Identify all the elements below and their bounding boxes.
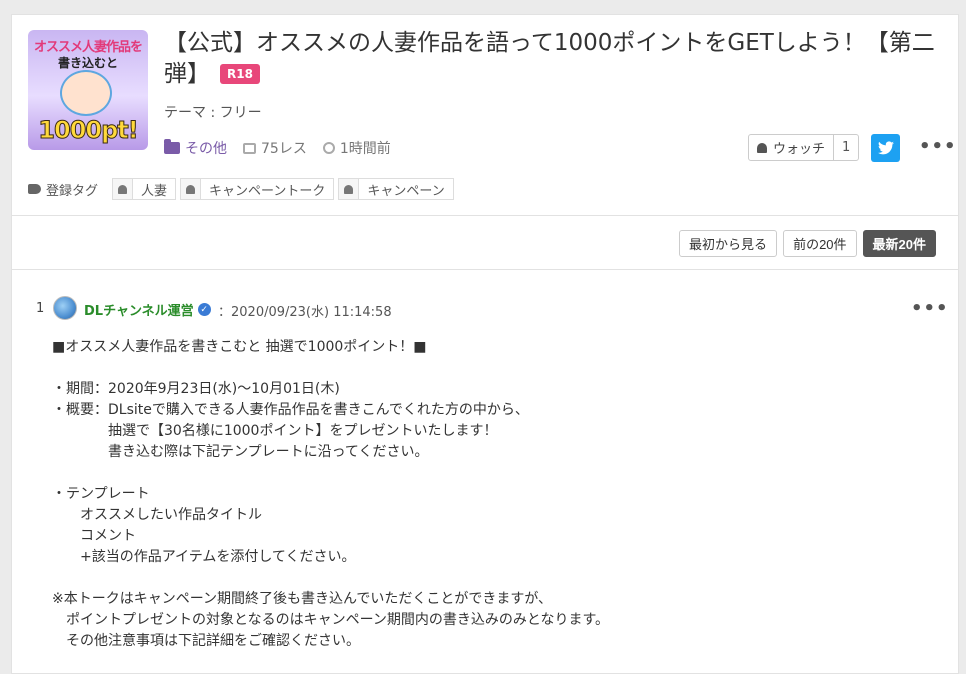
first-page-button[interactable]: 最初から見る [679,230,778,257]
username-label: DLチャンネル運営 [84,304,194,319]
category-label: その他 [185,141,227,157]
tag-label[interactable]: キャンペーントーク [201,180,333,199]
clock-icon [322,142,335,154]
tag-watch-toggle[interactable] [339,179,360,199]
thread-title: 【公式】オススメの人妻作品を語って1000ポイントをGETしよう！【第二弾】 R1… [164,28,946,90]
reply-count: 75レス [243,138,307,158]
post-line: オススメしたい作品タイトル [52,507,262,523]
watch-button[interactable]: ウォッチ 1 [748,134,860,161]
pagination: 最初から見る 前の20件 最新20件 [673,230,936,257]
thread-thumbnail[interactable]: オススメ人妻作品を 書き込むと 1000pt! [28,30,148,150]
post-line: +該当の作品アイテムを添付してください。 [52,549,356,565]
tag-item[interactable]: キャンペーン [338,178,454,200]
watch-count: 1 [842,140,851,155]
last-updated: 1時間前 [322,138,391,158]
tag-label[interactable]: キャンペーン [359,180,452,199]
post-line [52,358,609,379]
post-line: ・テンプレート [52,486,150,502]
post-line: ※本トークはキャンペーン期間終了後も書き込んでいただくことができますが、 [52,591,553,607]
tags-label: 登録タグ [46,183,99,199]
tag-list: 登録タグ 人妻 キャンペーントーク キャンペーン [28,178,458,200]
more-dots-icon: ••• [911,298,949,319]
thread-more-button[interactable]: ••• [919,136,957,157]
reply-count-label: 75レス [261,141,307,157]
tag-item[interactable]: キャンペーントーク [180,178,335,200]
divider [12,215,958,216]
post-number[interactable]: 1 [36,301,44,316]
tag-item[interactable]: 人妻 [112,178,177,200]
thumbnail-text-3: 1000pt! [38,116,139,145]
divider [12,269,958,270]
thread-meta: その他 75レス 1時間前 [164,138,407,158]
post-line: コメント [52,528,136,544]
folder-icon [164,139,180,154]
bell-icon [757,142,767,153]
post-line: ■オススメ人妻作品を書きこむと 抽選で1000ポイント！■ [52,339,427,355]
post-line: ポイントプレゼントの対象となるのはキャンペーン期間内の書き込みのみとなります。 [52,612,610,628]
watch-label: ウォッチ [773,142,826,157]
character-illustration [60,70,112,116]
post-line: 書き込む際は下記テンプレートに沿ってください。 [52,444,429,460]
latest-page-button[interactable]: 最新20件 [862,230,936,257]
bell-icon [186,184,196,194]
post-body: ■オススメ人妻作品を書きこむと 抽選で1000ポイント！■ ・期間：2020年9… [52,337,609,652]
post-more-button[interactable]: ••• [911,298,949,319]
thread-theme: テーマ : フリー [164,105,262,121]
comment-icon [243,142,256,154]
thread-title-text: 【公式】オススメの人妻作品を語って1000ポイントをGETしよう！【第二弾】 [164,30,935,87]
post-date: ：2020/09/23(水) 11:14:58 [218,305,392,320]
thumbnail-text-1: オススメ人妻作品を [33,40,143,55]
post-line: ・概要：DLsiteで購入できる人妻作品作品を書きこんでくれた方の中から、 [52,402,529,418]
tag-watch-toggle[interactable] [113,179,134,199]
r18-badge: R18 [220,64,260,84]
post-line [52,463,609,484]
post-line: 抽選で【30名様に1000ポイント】をプレゼントいたします！ [52,423,498,439]
twitter-icon [877,141,894,155]
tag-icon [28,184,41,194]
avatar[interactable] [53,296,77,320]
bell-icon [344,184,354,194]
bell-icon [118,184,128,194]
thread-page: オススメ人妻作品を 書き込むと 1000pt! 【公式】オススメの人妻作品を語っ… [11,14,959,674]
registered-tags[interactable]: 登録タグ [28,180,98,199]
twitter-share-button[interactable] [871,134,900,162]
watch-label-area[interactable]: ウォッチ [749,135,835,160]
tag-watch-toggle[interactable] [181,179,202,199]
last-updated-label: 1時間前 [339,141,391,157]
more-dots-icon: ••• [919,136,957,157]
verified-check-icon: ✓ [197,303,211,316]
post-username[interactable]: DLチャンネル運営 ✓ [84,300,211,319]
post-line [52,568,609,589]
post-line: その他注意事項は下記詳細をご確認ください。 [52,633,360,649]
tag-label[interactable]: 人妻 [133,180,175,199]
category-link[interactable]: その他 [164,138,227,158]
prev-page-button[interactable]: 前の20件 [783,230,857,257]
thumbnail-text-2: 書き込むと [57,56,118,70]
post-line: ・期間：2020年9月23日(水)～10月01日(木) [52,381,340,397]
